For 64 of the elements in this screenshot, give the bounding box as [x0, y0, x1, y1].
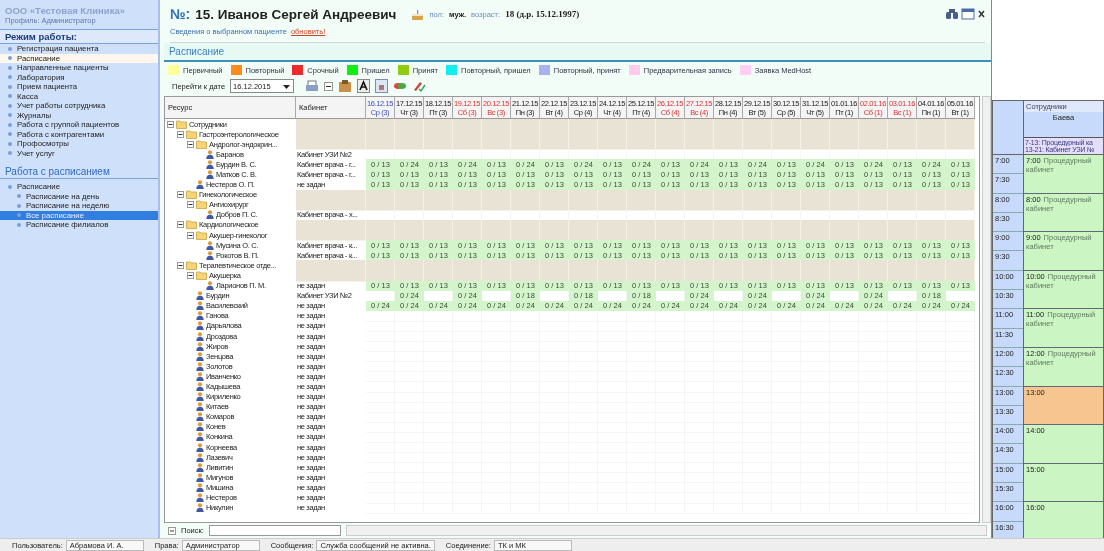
bullet-icon	[8, 84, 12, 89]
collapse-icon[interactable]	[187, 231, 194, 239]
collapse-icon[interactable]	[177, 191, 184, 199]
bullet-icon	[17, 203, 21, 208]
cabinet-cell	[296, 199, 366, 211]
organization-name: ООО «Тестовая Клиника»	[4, 5, 126, 16]
search-field[interactable]	[208, 525, 341, 536]
cabinet-cell	[296, 189, 366, 201]
cabinet-cell	[296, 139, 366, 151]
folder-icon	[186, 220, 197, 230]
bullet-icon	[8, 184, 12, 189]
bullet-icon	[8, 65, 12, 70]
person-icon	[206, 281, 214, 291]
cabinet-cell	[296, 119, 366, 131]
binoculars-icon[interactable]	[945, 8, 959, 20]
section-title: Режим работы:	[0, 29, 158, 44]
bullet-icon	[8, 56, 12, 61]
folder-icon	[196, 270, 207, 280]
collapse-icon[interactable]	[187, 140, 194, 148]
pills-icon[interactable]	[393, 80, 408, 92]
bullet-icon	[8, 94, 12, 99]
folder-icon	[186, 129, 197, 139]
folder-icon	[186, 190, 197, 200]
window-icon[interactable]	[961, 8, 975, 20]
age-value: 18 (д.р. 15.12.1997)	[505, 9, 580, 19]
number-label: №:	[170, 6, 191, 22]
font-icon[interactable]	[357, 79, 371, 93]
collapse-icon[interactable]	[187, 201, 194, 209]
person-icon	[206, 210, 214, 220]
folder-icon	[186, 260, 197, 270]
section-title: Работа с расписанием	[0, 158, 158, 179]
cabinet-cell	[296, 260, 366, 272]
bullet-icon	[8, 141, 12, 146]
pencil-check-icon[interactable]	[412, 79, 427, 93]
cabinet-cell	[296, 219, 366, 232]
cake-icon	[411, 7, 425, 21]
folder-icon	[196, 200, 207, 210]
bullet-icon	[8, 151, 12, 156]
folder-icon	[196, 230, 207, 240]
close-icon[interactable]	[977, 8, 985, 20]
vertical-scrollbar[interactable]	[982, 96, 991, 523]
horizontal-scrollbar[interactable]	[345, 525, 987, 536]
folder-icon	[196, 139, 207, 149]
bullet-icon	[8, 113, 12, 118]
bullet-icon	[17, 213, 21, 218]
bullet-icon	[17, 194, 21, 199]
bullet-icon	[8, 122, 12, 127]
collapse-icon[interactable]	[187, 271, 194, 279]
collapse-icon[interactable]	[177, 261, 184, 269]
box-icon[interactable]	[338, 79, 353, 93]
person-icon	[196, 180, 204, 190]
bullet-icon	[17, 222, 21, 227]
collapse-icon[interactable]	[324, 81, 334, 91]
cabinet-cell	[296, 230, 366, 242]
bullet-icon	[8, 103, 12, 108]
bullet-icon	[8, 132, 12, 137]
bullet-icon	[8, 46, 12, 51]
cabinet-cell	[296, 270, 366, 282]
schedule-title-bar: Расписание	[164, 43, 991, 62]
collapse-icon[interactable]	[177, 130, 184, 138]
patient-name: 15. Иванов Сергей Андреевич	[195, 6, 397, 22]
collapse-icon[interactable]	[177, 221, 184, 229]
collapse-icon[interactable]	[167, 120, 174, 128]
bullet-icon	[8, 75, 12, 80]
